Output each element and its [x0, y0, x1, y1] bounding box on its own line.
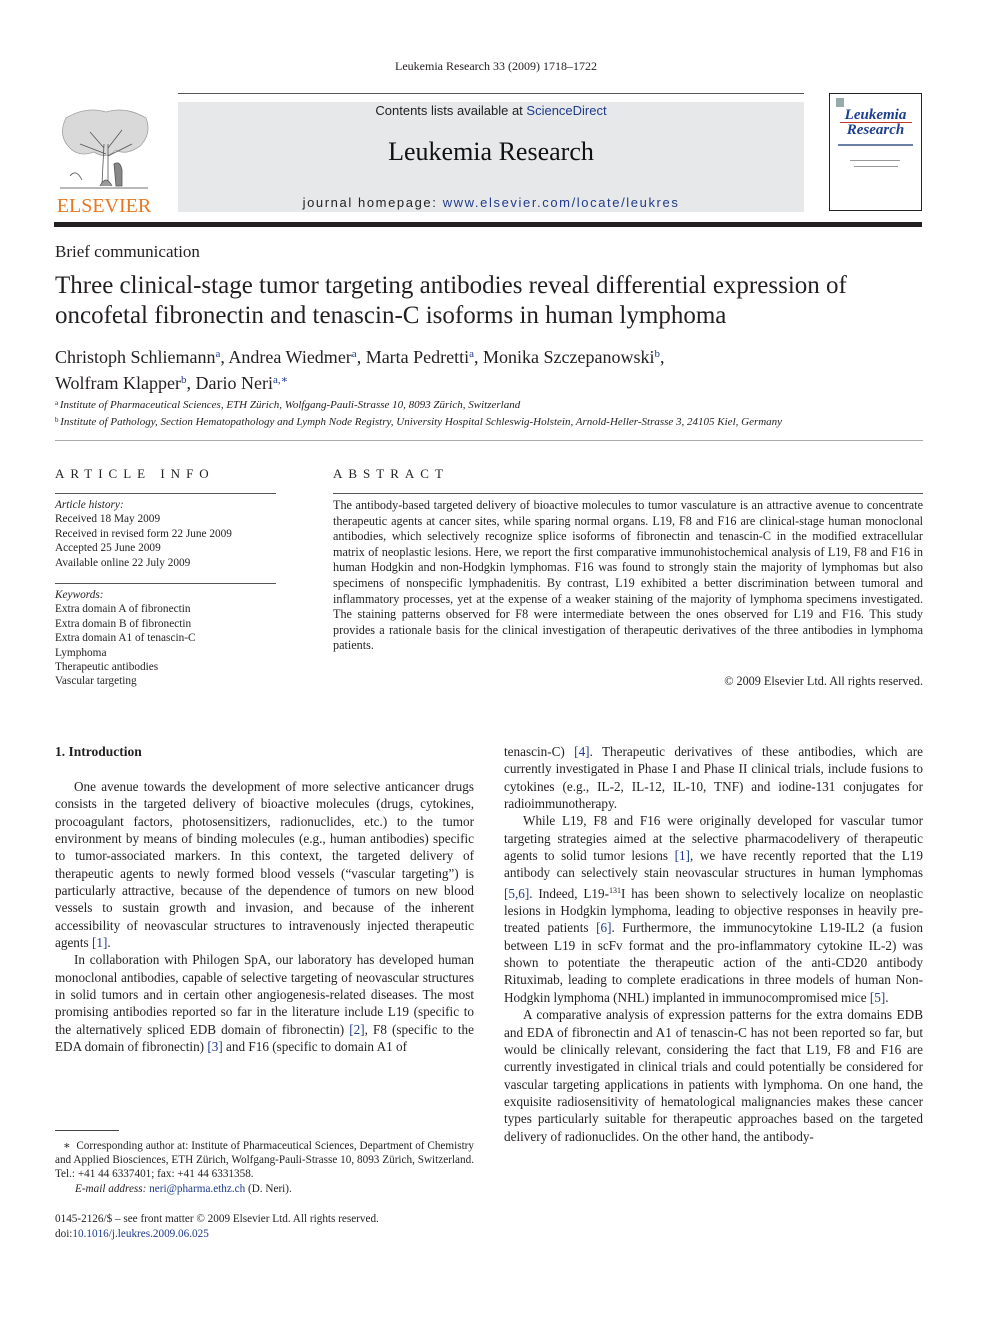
author-name: Marta Pedretti — [365, 347, 470, 367]
affiliation-key: b — [55, 416, 61, 424]
cover-title-line2: Research — [846, 122, 905, 138]
footnote-rule — [55, 1130, 119, 1131]
reference-link[interactable]: [5] — [870, 990, 885, 1005]
article-type: Brief communication — [55, 242, 200, 261]
author-name: Monika Szczepanowski — [483, 347, 655, 367]
doi-prefix: doi: — [55, 1227, 73, 1240]
affiliation-marker[interactable]: a,∗ — [273, 374, 288, 386]
affiliation-marker[interactable]: a — [469, 348, 474, 360]
journal-banner: Contents lists available at ScienceDirec… — [178, 102, 804, 212]
front-matter: 0145-2126/$ – see front matter © 2009 El… — [55, 1212, 474, 1241]
elsevier-wordmark: ELSEVIER — [56, 195, 152, 217]
section-heading-introduction: 1. Introduction — [55, 744, 142, 759]
elsevier-tree-icon — [60, 109, 149, 189]
article-title: Three clinical-stage tumor targeting ant… — [55, 272, 847, 329]
sciencedirect-link[interactable]: ScienceDirect — [526, 103, 606, 118]
reference-link[interactable]: [1] — [675, 848, 690, 863]
body-paragraph: One avenue towards the development of mo… — [55, 779, 474, 951]
history-item: Received 18 May 2009 — [55, 513, 161, 526]
affiliation-marker[interactable]: b — [181, 374, 187, 386]
journal-citation: Leukemia Research 33 (2009) 1718–1722 — [395, 59, 597, 73]
journal-name: Leukemia Research — [388, 137, 594, 166]
corresponding-author-footnote: ∗ Corresponding author at: Institute of … — [55, 1139, 474, 1196]
journal-cover-thumbnail[interactable]: Leukemia Research — [829, 93, 922, 211]
cover-text-line — [850, 160, 900, 161]
header-thick-rule — [54, 222, 922, 227]
keyword: Extra domain A of fibronectin — [55, 603, 191, 616]
header-divider — [178, 93, 804, 94]
contents-prefix: Contents lists available at — [375, 103, 527, 118]
keywords-divider — [55, 583, 276, 584]
abstract-copyright: © 2009 Elsevier Ltd. All rights reserved… — [724, 674, 923, 688]
abstract-text: The antibody-based targeted delivery of … — [333, 498, 923, 653]
reference-link[interactable]: [2] — [349, 1022, 364, 1037]
footnote-marker: ∗ — [63, 1140, 71, 1152]
keywords-label: Keywords: — [55, 589, 104, 601]
history-item: Received in revised form 22 June 2009 — [55, 527, 232, 540]
email-label: E-mail address: — [75, 1182, 147, 1195]
history-label: Article history: — [55, 499, 124, 511]
reference-link[interactable]: [3] — [207, 1039, 222, 1054]
keyword: Extra domain B of fibronectin — [55, 617, 192, 630]
cover-title-line1: Leukemia — [844, 107, 907, 123]
article-history: Article history: Received 18 May 2009 Re… — [55, 498, 276, 570]
keywords: Keywords: Extra domain A of fibronectin … — [55, 588, 276, 689]
body-paragraph: While L19, F8 and F16 were originally de… — [504, 813, 924, 1005]
right-column-text: tenascin-C) [4]. Therapeutic derivatives… — [504, 743, 923, 1145]
homepage-link[interactable]: www.elsevier.com/locate/leukres — [443, 195, 680, 210]
author-name: Dario Neri — [195, 373, 273, 393]
contents-line: Contents lists available at ScienceDirec… — [178, 103, 804, 118]
body-paragraph: A comparative analysis of expression pat… — [504, 1007, 923, 1144]
affiliation-item: b Institute of Pathology, Section Hemato… — [55, 416, 783, 428]
cover-text-line — [854, 166, 898, 167]
affiliation-divider — [55, 440, 923, 441]
affiliation-marker[interactable]: a — [216, 348, 221, 360]
article-info-heading: ARTICLE INFO — [55, 466, 215, 481]
article-info-divider — [55, 493, 276, 494]
issn-line: 0145-2126/$ – see front matter © 2009 El… — [55, 1213, 379, 1225]
affiliations: a Institute of Pharmaceutical Sciences, … — [55, 396, 925, 430]
keyword: Lymphoma — [55, 646, 107, 659]
abstract-divider — [333, 493, 923, 494]
history-item: Available online 22 July 2009 — [55, 556, 191, 569]
keyword: Vascular targeting — [55, 675, 137, 688]
affiliation-marker[interactable]: a — [352, 348, 357, 360]
keyword: Therapeutic antibodies — [55, 661, 159, 674]
author-list: Christoph Schliemanna, Andrea Wiedmera, … — [55, 347, 665, 393]
author-name: Christoph Schliemann — [55, 347, 216, 367]
reference-link[interactable]: [4] — [574, 744, 589, 759]
reference-link[interactable]: [5,6] — [504, 886, 529, 901]
affiliation-item: a Institute of Pharmaceutical Sciences, … — [55, 399, 521, 411]
homepage-prefix: journal homepage: — [302, 195, 443, 210]
keyword: Extra domain A1 of tenascin-C — [55, 632, 196, 645]
cover-title: Leukemia Research — [830, 108, 921, 138]
reference-link[interactable]: [6] — [596, 920, 611, 935]
email-link[interactable]: neri@pharma.ethz.ch — [149, 1183, 245, 1195]
isotope-superscript: 131 — [609, 885, 621, 895]
affiliation-marker[interactable]: b — [655, 348, 661, 360]
body-paragraph: tenascin-C) [4]. Therapeutic derivatives… — [504, 744, 923, 812]
affiliation-key: a — [55, 399, 60, 407]
author-name: Andrea Wiedmer — [228, 347, 352, 367]
cover-publisher-icon — [836, 98, 844, 107]
abstract-heading: ABSTRACT — [333, 466, 449, 481]
corresponding-author-text: Corresponding author at: Institute of Ph… — [55, 1140, 474, 1181]
cover-subtitle — [838, 144, 913, 146]
body-paragraph: In collaboration with Philogen SpA, our … — [55, 952, 474, 1055]
reference-link[interactable]: [1] — [92, 935, 107, 950]
journal-homepage: journal homepage: www.elsevier.com/locat… — [178, 195, 804, 210]
elsevier-logo[interactable]: ELSEVIER — [54, 104, 154, 216]
left-column-text: One avenue towards the development of mo… — [55, 778, 474, 1056]
email-suffix: (D. Neri). — [245, 1182, 292, 1195]
history-item: Accepted 25 June 2009 — [55, 542, 161, 555]
doi-link[interactable]: 10.1016/j.leukres.2009.06.025 — [72, 1228, 208, 1240]
author-name: Wolfram Klapper — [55, 373, 181, 393]
